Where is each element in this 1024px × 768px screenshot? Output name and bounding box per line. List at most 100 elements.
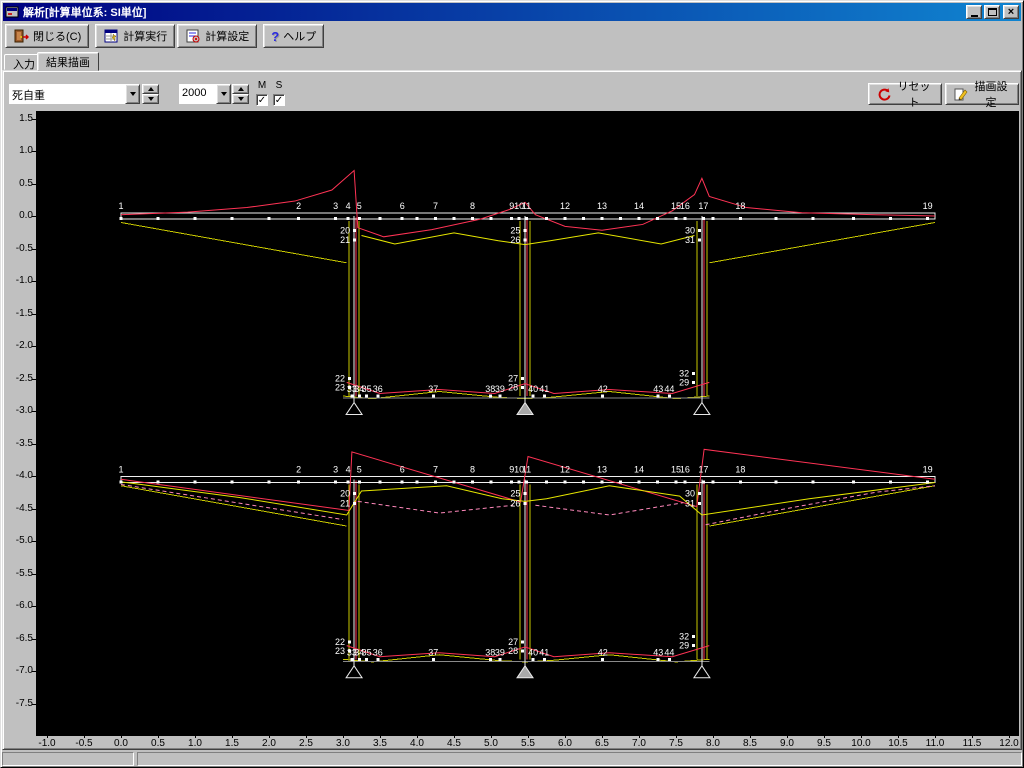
tab-label: 結果描画	[46, 57, 90, 69]
scale-value: 2000	[182, 87, 207, 99]
y-axis-tick	[32, 476, 36, 477]
y-axis-tick-label: -2.0	[15, 340, 33, 351]
x-axis-tick	[602, 735, 603, 738]
result-tab-page: 死自重 2000 M ✓ S ✓ リセット 描画設定 12345678 9 10…	[2, 70, 1022, 750]
support-icon	[345, 664, 364, 679]
maximize-button[interactable]	[984, 5, 1000, 19]
y-axis-tick-label: -7.5	[15, 697, 33, 709]
x-axis-tick-label: 3.0	[336, 738, 350, 749]
y-axis-tick	[32, 151, 36, 152]
node-label: 5	[357, 464, 362, 474]
load-case-spinner[interactable]	[142, 84, 159, 104]
tab-result-drawing[interactable]: 結果描画	[37, 52, 99, 71]
calc-settings-button[interactable]: 計算設定	[177, 24, 258, 48]
node-label: 25	[510, 225, 520, 235]
node-label: 7	[433, 464, 438, 474]
node-label: 37	[428, 647, 438, 657]
node-label: 38	[485, 384, 495, 394]
door-exit-icon	[13, 28, 29, 44]
x-axis-tick	[935, 735, 936, 738]
y-axis-tick	[32, 638, 36, 640]
y-axis-tick	[32, 671, 36, 672]
y-axis-tick	[32, 281, 36, 282]
minimize-icon	[970, 14, 978, 17]
close-icon: ×	[1007, 6, 1015, 18]
close-button[interactable]: ×	[1003, 5, 1019, 19]
node-label: 31	[685, 498, 695, 508]
node-label: 18	[735, 464, 745, 474]
x-axis-tick	[528, 735, 529, 738]
x-axis-tick-label: 6.0	[558, 738, 572, 749]
x-axis-tick-label: 12.0	[999, 738, 1019, 749]
help-button[interactable]: ? ヘルプ	[263, 24, 325, 48]
scale-spinner[interactable]	[232, 84, 249, 104]
x-axis-tick	[824, 735, 825, 738]
help-icon: ?	[271, 28, 280, 44]
chevron-down-icon[interactable]	[216, 84, 231, 104]
draw-settings-button[interactable]: 描画設定	[945, 81, 1019, 109]
calc-run-button[interactable]: 計算実行	[95, 24, 176, 48]
node-label: 17	[698, 201, 708, 211]
node-label: 2	[296, 464, 301, 474]
node-label: 19	[923, 464, 933, 474]
x-axis-tick-label: 2.0	[262, 738, 276, 749]
y-axis-tick	[32, 443, 36, 445]
reset-button[interactable]: リセット	[868, 81, 942, 109]
node-label: 8	[470, 201, 475, 211]
x-axis-tick-label: 1.0	[188, 738, 202, 749]
y-axis-tick-label: -1.0	[15, 275, 33, 286]
node-label: 3	[333, 201, 338, 211]
node-label: 18	[735, 201, 745, 211]
x-axis-tick-label: 7.0	[632, 738, 646, 749]
spin-down-icon[interactable]	[142, 94, 159, 104]
x-axis-tick	[454, 735, 455, 738]
node-label: 39	[495, 647, 505, 657]
y-axis-tick	[32, 508, 36, 510]
x-axis-tick-label: 10.5	[888, 738, 908, 749]
spin-up-icon[interactable]	[142, 84, 159, 94]
close-app-button[interactable]: 閉じる(C)	[5, 24, 90, 48]
support-icon	[516, 401, 534, 416]
y-axis-tick-label: -5.0	[15, 535, 33, 546]
y-axis-tick	[32, 313, 36, 315]
main-toolbar: 閉じる(C) 計算実行 計算設定 ? ヘルプ	[5, 23, 325, 49]
x-axis-tick	[861, 735, 862, 738]
minimize-button[interactable]	[966, 5, 982, 19]
y-axis-tick-label: 0.5	[19, 177, 33, 189]
moment-diagram: 1 2 3 4 5 6 7 8 9 1011 12 13 14 1516 17 18 19333435 36 37 3…	[118, 169, 936, 416]
x-axis-tick	[380, 735, 381, 738]
node-label: 8	[470, 464, 475, 474]
node-label: 42	[598, 384, 608, 394]
button-label: リセット	[897, 81, 931, 109]
scale-select[interactable]: 2000	[179, 84, 231, 104]
node-label: 41	[539, 647, 549, 657]
spin-down-icon[interactable]	[232, 94, 249, 104]
x-axis-tick-label: 0.0	[114, 738, 128, 749]
maximize-icon	[987, 8, 997, 16]
node-label: 23	[335, 383, 345, 393]
result-plot-canvas[interactable]: 1 2 3 4 5 6 7 8 9 1011 12 13 14 1516 17 18 19333435 36 37 3…	[36, 111, 1019, 736]
x-axis-tick	[972, 735, 973, 738]
spin-up-icon[interactable]	[232, 84, 249, 94]
chevron-down-icon[interactable]	[125, 84, 140, 104]
support-icon	[345, 401, 364, 416]
node-label: 4	[346, 464, 351, 474]
node-label: 1	[118, 201, 123, 211]
x-axis-tick-label: 11.0	[925, 738, 945, 749]
app-icon	[5, 5, 19, 19]
node-label: 25	[510, 489, 520, 499]
node-label: 6	[400, 464, 405, 474]
x-axis-tick-label: 0.5	[151, 738, 165, 749]
node-label: 16	[680, 464, 690, 474]
button-label: 計算実行	[123, 31, 168, 43]
node-label: 43	[653, 384, 663, 394]
moment-checkbox[interactable]: ✓	[256, 94, 268, 106]
shear-checkbox[interactable]: ✓	[273, 94, 285, 106]
load-case-value: 死自重	[12, 90, 45, 102]
node-label: 5	[357, 201, 362, 211]
node-label: 26	[510, 498, 520, 508]
y-axis-tick-label: -7.0	[15, 665, 33, 676]
load-case-select[interactable]: 死自重	[9, 84, 140, 104]
y-axis-tick	[32, 541, 36, 542]
x-axis-tick-label: 8.5	[743, 738, 757, 749]
